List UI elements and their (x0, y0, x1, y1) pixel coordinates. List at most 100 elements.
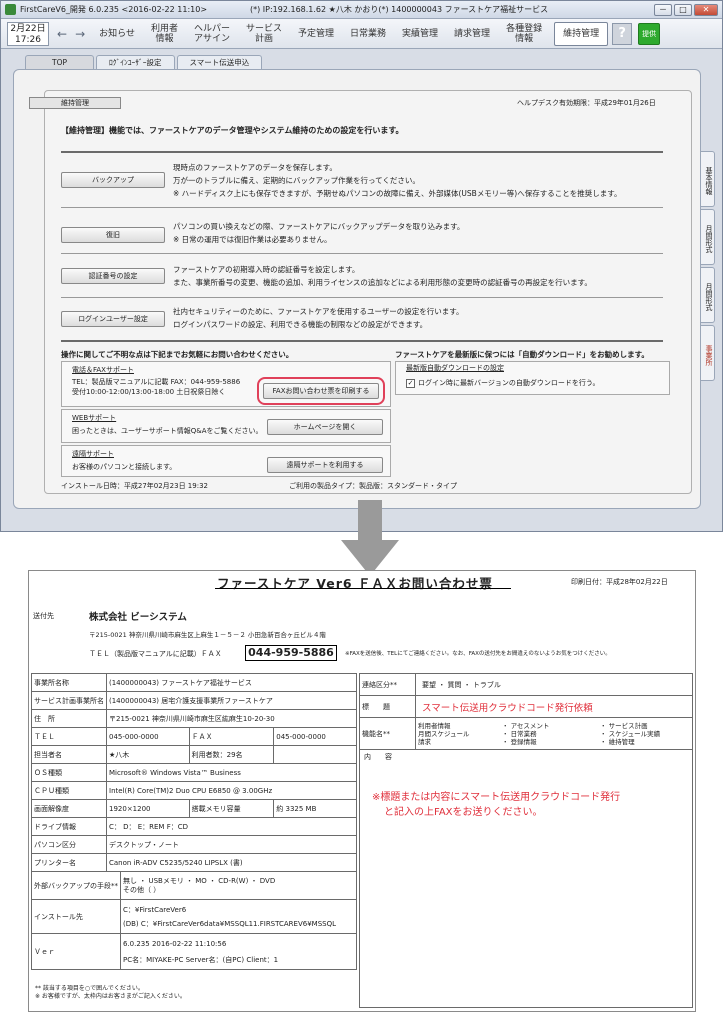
row-value: 1920×1200 (106, 799, 190, 818)
content-note-line-1: ※標題または内容にスマート伝送用クラウドコード発行 (372, 792, 621, 803)
auth-number-button[interactable]: 認証番号の設定 (61, 268, 165, 284)
window-title: FirstCareV6_開発 6.0.235 <2016-02-22 11:10… (20, 5, 208, 14)
menu-item-maintenance[interactable]: 維持管理 (554, 21, 609, 46)
side-tab-office[interactable]: 事業所 (701, 325, 715, 381)
content-instruction: ※標題または内容にスマート伝送用クラウドコード発行 と記入の上FAXをお送りくだ… (372, 790, 620, 820)
auto-download-heading: 最新版自動ダウンロードの設定 (406, 364, 504, 372)
backup-button[interactable]: バックアップ (61, 172, 165, 188)
app-window: FirstCareV6_開発 6.0.235 <2016-02-22 11:10… (0, 0, 723, 532)
destination-label: 送付先 (33, 612, 54, 620)
table-row: 住 所〒215-0021 神奈川県川崎市麻生区紘麻生10-20-30 (31, 709, 357, 728)
tab-login-user-settings[interactable]: ﾛｸﾞｲﾝﾕｰｻﾞｰ設定 (96, 55, 175, 69)
side-tab-monthly-1[interactable]: 月間形式 (701, 209, 715, 265)
sub-tabs: TOP ﾛｸﾞｲﾝﾕｰｻﾞｰ設定 スマート伝送申込 (25, 55, 263, 69)
auto-download-box: 最新版自動ダウンロードの設定 ✓ ログイン時に最新バージョンの自動ダウンロードを… (395, 361, 670, 395)
customer-extra-table: 外部バックアップの手段** 無し ・ USBメモリ ・ MO ・ CD-R(W)… (31, 871, 357, 970)
row-label: 住 所 (31, 709, 107, 728)
tab-smart-transmission[interactable]: スマート伝送申込 (176, 55, 263, 69)
row-label: ＯＳ種類 (31, 763, 107, 782)
table-row: ＣＰＵ種類 Intel(R) Core(TM)2 Duo CPU E6850 @ … (31, 781, 357, 800)
footnote-2: ※ お客様ですが、太枠内はお客さまがご記入ください。 (35, 993, 186, 1000)
fax-note: ※FAXを送信後、TELにてご連絡ください。なお、FAXの送付先をお間違えのない… (345, 651, 611, 657)
version-label: Ｖｅｒ (31, 933, 121, 970)
menu-item-5[interactable]: 日常業務 (342, 22, 394, 46)
backup-description: 現時点のファーストケアのデータを保存します。 万が一のトラブルに備え、定期的にバ… (173, 163, 622, 198)
teikyo-button[interactable]: 提供 (638, 22, 661, 45)
table-row: 担当者名 ★八木 利用者数：29名 (31, 745, 357, 764)
remote-support-button[interactable]: 遠隔サポートを利用する (267, 457, 383, 473)
divider (61, 151, 663, 153)
close-button[interactable]: ✕ (694, 3, 718, 16)
restore-description: パソコンの買い換えなどの際、ファーストケアにバックアップデータを取り込みます。 … (173, 222, 465, 244)
menu-item-6[interactable]: 実績管理 (394, 22, 446, 46)
app-icon (5, 4, 16, 15)
tab-top[interactable]: TOP (25, 55, 95, 69)
fax-number: 044-959-5886 (245, 645, 337, 661)
row-label: サービス計画事業所名 (31, 691, 107, 710)
update-title: ファーストケアを最新版に保つには「自動ダウンロード」をお勧めします。 (395, 350, 649, 359)
destination-company: 株式会社 ビーシステム (89, 612, 187, 623)
row-value-2: 約 3325 MB (273, 799, 357, 818)
backup-options: 無し ・ USBメモリ ・ MO ・ CD-R(W) ・ DVD (123, 876, 276, 885)
pc-info: PC名：MIYAKE-PC Server名：(自PC) Client：1 (123, 955, 279, 964)
menu-item-4[interactable]: 予定管理 (290, 22, 342, 46)
title-underline (215, 588, 511, 589)
main-menubar: 2月22日 17:26 ← → お知らせ 利用者 情報 ヘルパー アサイン サービス … (1, 19, 722, 49)
row-label: ドライブ情報 (31, 817, 107, 836)
auto-download-checkbox[interactable]: ✓ (406, 379, 415, 388)
row-value-2 (273, 745, 357, 764)
row-value: Intel(R) Core(TM)2 Duo CPU E6850 @ 3.00G… (106, 781, 357, 800)
row-label: 画面解像度 (31, 799, 107, 818)
backup-label: 外部バックアップの手段** (31, 871, 121, 900)
help-button[interactable]: ? (612, 22, 633, 45)
menu-item-0[interactable]: お知らせ (91, 22, 143, 46)
divider (61, 253, 663, 254)
maintenance-intro: 【維持管理】機能では、ファーストケアのデータ管理やシステム維持のための設定を行い… (61, 126, 404, 135)
contact-type-label: 連絡区分** (359, 673, 416, 696)
maximize-button[interactable]: □ (674, 3, 692, 16)
fax-inquiry-form: ファーストケア Ver6 ＦＡＸお問い合わせ票 印刷日付：平成28年02月22日… (28, 570, 696, 1012)
row-label: 担当者名 (31, 745, 107, 764)
version-value: 6.0.235 2016-02-22 11:10:56 (123, 939, 227, 948)
menu-item-2[interactable]: ヘルパー アサイン (186, 24, 238, 44)
table-row: ＴＥＬ 045-000-0000 ＦＡＸ 045-000-0000 (31, 727, 357, 746)
install-date: インストール日時：平成27年02月23日 19:32 (61, 482, 208, 490)
row-label: 事業所名称 (31, 673, 107, 692)
side-tab-monthly-2[interactable]: 月間形式 (701, 267, 715, 323)
inquiry-table: 連絡区分** 要望 ・ 質問 ・ トラブル 標 題 スマート伝送用クラウドコード… (359, 673, 693, 1008)
menu-item-7[interactable]: 請求管理 (446, 22, 498, 46)
login-user-settings-button[interactable]: ログインユーザー設定 (61, 311, 165, 327)
row-value: (1400000043) ファーストケア福祉サービス (106, 673, 357, 692)
web-support-heading: WEBサポート (72, 414, 117, 422)
contact-title: 操作に関してご不明な点は下記までお気軽にお問い合わせください。 (61, 350, 294, 359)
time-text: 17:26 (15, 34, 41, 45)
row-value: Canon iR-ADV C5235/5240 LIPSLX (書) (106, 853, 357, 872)
back-arrow-icon[interactable]: ← (57, 27, 67, 41)
product-type: ご利用の製品タイプ：製品版：スタンダード・タイプ (289, 482, 457, 490)
restore-button[interactable]: 復旧 (61, 227, 165, 243)
menu-item-8[interactable]: 各種登録 情報 (498, 24, 550, 44)
phone-fax-body: TEL：製品版マニュアルに記載 FAX：044-959-5886 受付10:00… (72, 378, 241, 396)
helpdesk-expiry: ヘルプデスク有効期限：平成29年01月26日 (517, 99, 656, 107)
remote-support-body: お客様のパソコンと接続します。 (72, 463, 177, 471)
login-user-description: 社内セキュリティーのために、ファーストケアを使用するユーザーの設定を行います。 … (173, 307, 464, 329)
down-arrow-icon (341, 500, 399, 576)
menu-item-3[interactable]: サービス 計画 (238, 24, 290, 44)
side-tab-basic-info[interactable]: 基本情報 (701, 151, 715, 207)
date-display: 2月22日 17:26 (7, 21, 49, 46)
fax-form-title: ファーストケア Ver6 ＦＡＸお問い合わせ票 (217, 576, 493, 591)
function-label: 機能名** (359, 717, 416, 750)
open-homepage-button[interactable]: ホームページを開く (267, 419, 383, 435)
auth-number-description: ファーストケアの初期導入時の認証番号を設定します。 また、事業所番号の変更、機能… (173, 265, 592, 287)
minimize-button[interactable]: － (654, 3, 672, 16)
forward-arrow-icon[interactable]: → (75, 27, 85, 41)
window-session-info: (*) IP:192.168.1.62 ★八木 かおり(*) 140000004… (250, 5, 549, 14)
content-note-line-2: と記入の上FAXをお送りください。 (384, 807, 543, 818)
table-row: プリンター名 Canon iR-ADV C5235/5240 LIPSLX (書) (31, 853, 357, 872)
function-options-3: ・ サービス計画 ・ スケジュール実績 ・ 維持管理 (600, 721, 661, 746)
table-row: ＯＳ種類 Microsoft® Windows Vista™ Business (31, 763, 357, 782)
row-value: Microsoft® Windows Vista™ Business (106, 763, 357, 782)
row-value: C： D： E：REM F：CD (106, 817, 357, 836)
menu-item-1[interactable]: 利用者 情報 (143, 24, 186, 44)
row-label-2: ＦＡＸ (188, 727, 275, 746)
